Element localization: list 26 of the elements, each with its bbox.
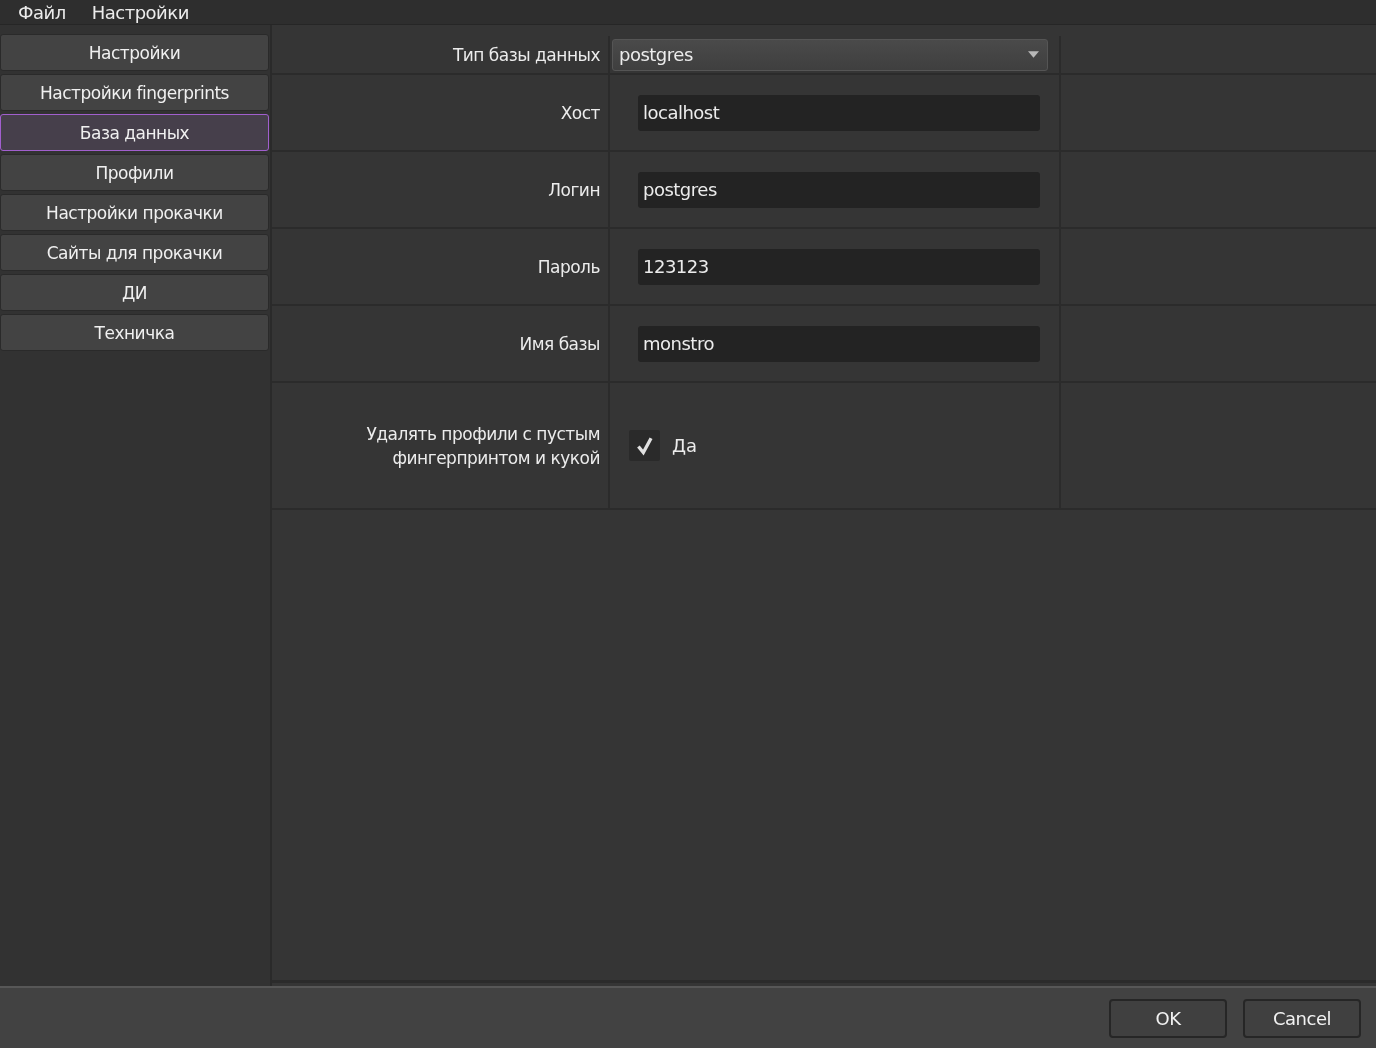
field-label: Имя базы (272, 306, 610, 381)
sidebar-item[interactable]: Сайты для прокачки (0, 234, 269, 271)
sidebar-item[interactable]: ДИ (0, 274, 269, 311)
input-field[interactable]: localhost (638, 94, 1040, 131)
checkbox-label: Да (672, 435, 698, 456)
field-label: Логин (272, 152, 610, 227)
field-label: Хост (272, 75, 610, 150)
input-field[interactable]: monstro (638, 325, 1040, 362)
database-type-dropdown[interactable]: postgres (612, 38, 1048, 71)
field-label: Удалять профили с пустым фингерпринтом и кукой (272, 383, 610, 508)
sidebar-item[interactable]: Настройки fingerprints (0, 74, 269, 111)
input-field[interactable]: 123123 (638, 248, 1040, 285)
sidebar-item[interactable]: Настройки (0, 34, 269, 71)
field-label: Пароль (272, 229, 610, 304)
caret-icon (1028, 51, 1039, 58)
menu-item[interactable]: Настройки (83, 1, 197, 23)
sidebar-item[interactable]: Настройки прокачки (0, 194, 269, 231)
checkbox[interactable] (629, 430, 660, 461)
sidebar-item[interactable]: База данных (0, 114, 269, 151)
field-label: Тип базы данных (272, 36, 610, 73)
sidebar-item[interactable]: Техничка (0, 314, 269, 351)
input-field[interactable]: postgres (638, 171, 1040, 208)
dialog-button[interactable]: Cancel (1243, 998, 1361, 1038)
menu-item[interactable]: Файл (10, 1, 74, 23)
sidebar-item[interactable]: Профили (0, 154, 269, 191)
dialog-button[interactable]: OK (1109, 998, 1227, 1038)
